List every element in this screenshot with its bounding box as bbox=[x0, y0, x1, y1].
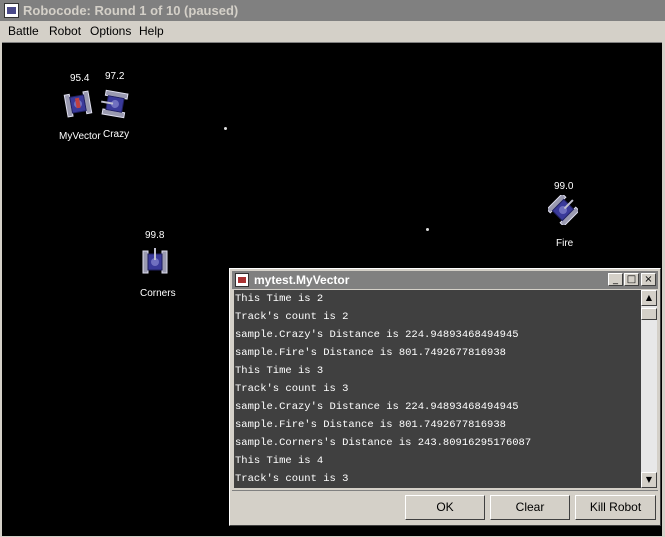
fire-robot-icon bbox=[548, 195, 578, 225]
fire-energy: 99.0 bbox=[554, 181, 574, 192]
console-line: Track's count is 2 bbox=[235, 311, 349, 323]
menu-options[interactable]: Options bbox=[90, 24, 131, 38]
maximize-button[interactable]: □ bbox=[624, 273, 639, 286]
window-title: Robocode: Round 1 of 10 (paused) bbox=[23, 3, 239, 18]
corners-energy: 99.8 bbox=[145, 230, 165, 241]
robocode-app-icon bbox=[4, 3, 19, 18]
console-line: Track's count is 3 bbox=[235, 473, 349, 485]
console-line: sample.Crazy's Distance is 224.948934684… bbox=[235, 401, 519, 413]
myvector-robot-icon bbox=[63, 90, 93, 118]
minimize-button[interactable]: _ bbox=[608, 273, 623, 286]
menu-help[interactable]: Help bbox=[139, 24, 164, 38]
bullet bbox=[426, 228, 429, 231]
corners-robot-icon bbox=[142, 248, 168, 274]
myvector-name: MyVector bbox=[59, 131, 101, 142]
scroll-up-arrow-icon[interactable]: ▲ bbox=[641, 290, 657, 306]
console-line: sample.Fire's Distance is 801.7492677816… bbox=[235, 419, 506, 431]
console-line: sample.Crazy's Distance is 224.948934684… bbox=[235, 329, 519, 341]
console-line: sample.Fire's Distance is 801.7492677816… bbox=[235, 347, 506, 359]
menubar: Battle Robot Options Help bbox=[0, 21, 665, 40]
clear-button[interactable]: Clear bbox=[490, 495, 570, 520]
window-titlebar: Robocode: Round 1 of 10 (paused) bbox=[0, 0, 665, 21]
console-line: This Time is 4 bbox=[235, 455, 324, 467]
console-line: This Time is 3 bbox=[235, 365, 324, 377]
myvector-energy: 95.4 bbox=[70, 73, 90, 84]
console-line: Track's count is 3 bbox=[235, 383, 349, 395]
console-button-bar: OK Clear Kill Robot bbox=[232, 490, 658, 524]
corners-name: Corners bbox=[140, 288, 176, 299]
console-app-icon bbox=[235, 273, 249, 287]
robot-console-window: mytest.MyVector _ □ × This Time is 2 Tra… bbox=[229, 268, 661, 526]
console-title: mytest.MyVector bbox=[254, 273, 350, 287]
ok-button[interactable]: OK bbox=[405, 495, 485, 520]
crazy-robot-icon bbox=[101, 89, 129, 119]
console-titlebar[interactable]: mytest.MyVector _ □ × bbox=[232, 271, 658, 289]
console-output[interactable]: This Time is 2 Track's count is 2 sample… bbox=[234, 290, 641, 488]
bullet bbox=[224, 127, 227, 130]
console-scrollbar[interactable]: ▲ ▼ bbox=[641, 290, 657, 488]
scroll-down-arrow-icon[interactable]: ▼ bbox=[641, 472, 657, 488]
scroll-thumb[interactable] bbox=[641, 308, 657, 320]
kill-robot-button[interactable]: Kill Robot bbox=[575, 495, 656, 520]
menu-robot[interactable]: Robot bbox=[49, 24, 81, 38]
console-line: This Time is 2 bbox=[235, 293, 324, 305]
menu-battle[interactable]: Battle bbox=[8, 24, 39, 38]
crazy-energy: 97.2 bbox=[105, 71, 125, 82]
crazy-name: Crazy bbox=[103, 129, 130, 140]
console-line: sample.Corners's Distance is 243.8091629… bbox=[235, 437, 532, 449]
fire-name: Fire bbox=[556, 238, 574, 249]
close-button[interactable]: × bbox=[641, 273, 656, 286]
